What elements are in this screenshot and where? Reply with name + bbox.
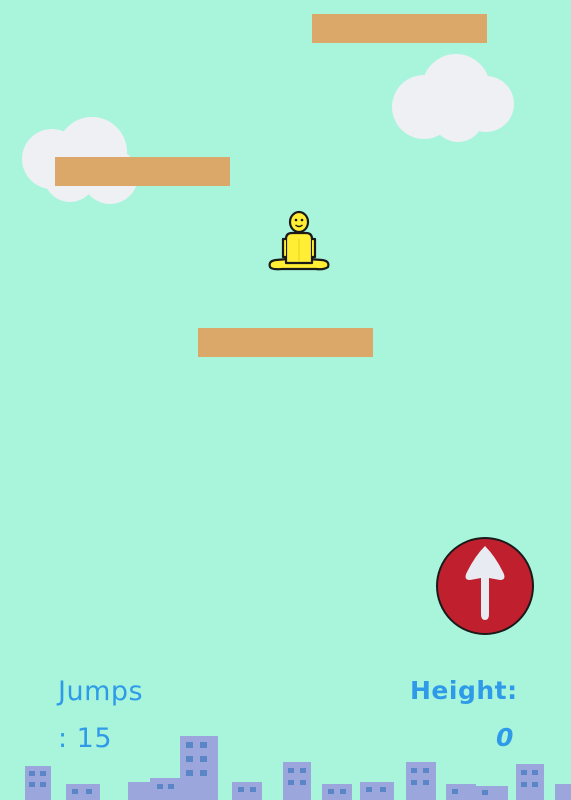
- jump-button[interactable]: [435, 536, 535, 636]
- city-skyline: [25, 736, 571, 800]
- platform-top: [312, 14, 487, 43]
- jumps-label: Jumps: [58, 676, 144, 707]
- platform-middle: [198, 328, 373, 357]
- up-arrow-icon: [436, 537, 534, 635]
- height-label: Height:: [410, 676, 518, 705]
- cloud-right: [392, 54, 514, 142]
- game-stage[interactable]: Jumps : 15 Height: 0: [0, 0, 571, 800]
- platform-upper-left: [55, 157, 230, 186]
- player-character: [268, 210, 330, 271]
